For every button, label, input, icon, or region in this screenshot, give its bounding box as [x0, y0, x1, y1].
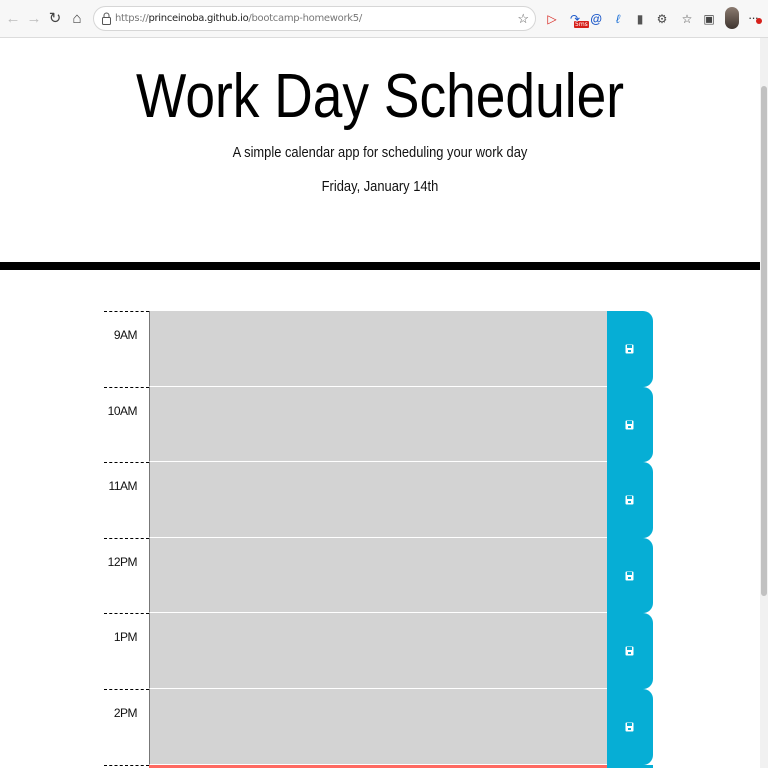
extensions-puzzle-icon[interactable]: ⚙: [653, 9, 671, 29]
scrollbar-thumb[interactable]: [761, 86, 767, 596]
time-block: 1PM: [104, 613, 653, 689]
save-icon: [625, 646, 634, 656]
save-button[interactable]: [607, 613, 653, 689]
time-block: 10AM: [104, 386, 653, 463]
page-title: Work Day Scheduler: [136, 62, 624, 131]
save-icon: [625, 420, 634, 430]
hour-label: 1PM: [104, 613, 149, 689]
time-block: 12PM: [104, 537, 653, 614]
hour-label: 2PM: [104, 688, 149, 765]
profile-avatar[interactable]: [725, 7, 739, 29]
save-button[interactable]: [607, 462, 653, 538]
page-subtitle: A simple calendar app for scheduling you…: [232, 144, 528, 161]
back-icon[interactable]: ←: [4, 10, 22, 28]
save-button[interactable]: [607, 386, 653, 463]
add-favorite-icon[interactable]: ☆: [517, 11, 529, 27]
favorites-icon[interactable]: ☆: [678, 9, 696, 29]
save-button[interactable]: [607, 688, 653, 765]
description-textarea[interactable]: [149, 688, 607, 765]
save-icon: [625, 344, 634, 354]
save-icon: [625, 495, 634, 505]
browser-toolbar: ← → ↻ ⌂ https://princeinoba.github.io/bo…: [0, 0, 768, 38]
address-bar[interactable]: https://princeinoba.github.io/bootcamp-h…: [93, 6, 536, 31]
forward-icon[interactable]: →: [25, 10, 43, 28]
hour-label: 9AM: [104, 311, 149, 387]
extension-italic-icon[interactable]: ℓ: [609, 9, 627, 29]
description-textarea[interactable]: [149, 386, 607, 463]
extension-blue-icon[interactable]: @: [587, 9, 605, 29]
description-textarea[interactable]: [149, 537, 607, 614]
description-textarea[interactable]: [149, 613, 607, 689]
refresh-icon[interactable]: ↻: [46, 10, 64, 28]
extension-timer-icon[interactable]: ↷ 5ms: [566, 9, 589, 29]
extension-grey-icon[interactable]: ▮: [631, 9, 649, 29]
hour-label: 12PM: [104, 537, 149, 614]
extension-red-icon[interactable]: ▷: [543, 9, 561, 29]
time-block: 11AM: [104, 462, 653, 538]
description-textarea[interactable]: [149, 462, 607, 538]
time-block: 2PM: [104, 688, 653, 765]
next-hour-divider: [104, 765, 149, 766]
notification-dot: [756, 18, 762, 24]
save-icon: [625, 722, 634, 732]
description-textarea[interactable]: [149, 311, 607, 387]
save-button[interactable]: [607, 537, 653, 614]
schedule-container: 9AM 10AM 11AM 12PM 1PM 2PM: [104, 311, 653, 765]
save-icon: [625, 571, 634, 581]
page-viewport: Work Day Scheduler A simple calendar app…: [0, 38, 760, 768]
hour-label: 10AM: [104, 386, 149, 463]
url-text: https://princeinoba.github.io/bootcamp-h…: [115, 13, 362, 24]
time-block: 9AM: [104, 311, 653, 387]
current-day: Friday, January 14th: [321, 178, 439, 195]
home-icon[interactable]: ⌂: [68, 10, 86, 28]
collections-icon[interactable]: ▣: [700, 9, 718, 29]
hour-label: 11AM: [104, 462, 149, 538]
save-button[interactable]: [607, 311, 653, 387]
header: Work Day Scheduler A simple calendar app…: [0, 38, 760, 270]
lock-icon[interactable]: [101, 12, 112, 25]
